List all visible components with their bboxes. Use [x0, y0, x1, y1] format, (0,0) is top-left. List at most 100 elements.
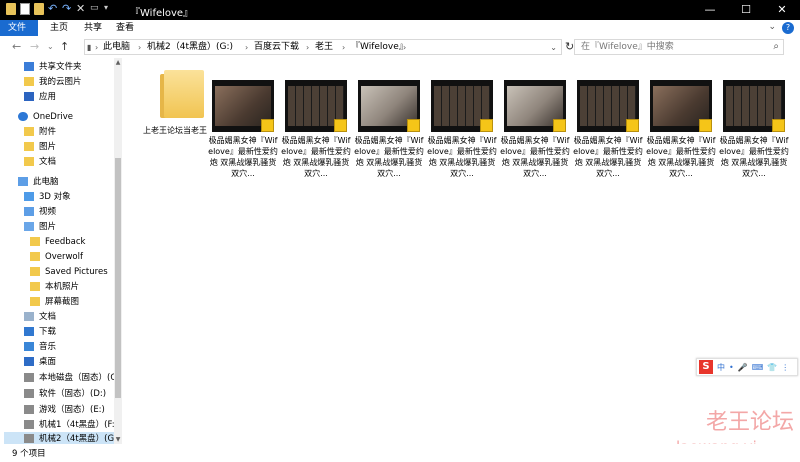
- up-arrow-icon[interactable]: ↑: [60, 40, 69, 53]
- item-count: 9 个项目: [12, 449, 46, 459]
- player-badge-icon: [407, 119, 420, 132]
- sidebar-scrollbar[interactable]: ▲ ▼: [114, 58, 122, 444]
- scrollbar-thumb[interactable]: [115, 158, 121, 398]
- minimize-button[interactable]: —: [692, 0, 728, 20]
- watermark-cn: 老王论坛: [705, 410, 794, 435]
- sidebar-item-onedrive-pictures[interactable]: 图片: [24, 140, 56, 154]
- undo-icon[interactable]: ↶: [48, 3, 58, 15]
- sidebar-item-drive-c[interactable]: 本地磁盘（固态）(C:): [24, 371, 122, 385]
- sidebar-item-attachments[interactable]: 附件: [24, 125, 56, 139]
- tab-view[interactable]: 查看: [108, 20, 142, 36]
- player-badge-icon: [553, 119, 566, 132]
- folder-icon: [24, 127, 34, 136]
- tab-file[interactable]: 文件: [0, 20, 38, 36]
- breadcrumb-laowang[interactable]: 老王: [315, 41, 333, 54]
- chevron-right-icon[interactable]: ›: [245, 41, 248, 54]
- sidebar-item-pictures[interactable]: 图片: [24, 220, 56, 234]
- chevron-right-icon[interactable]: ›: [138, 41, 141, 54]
- breadcrumb-this-pc[interactable]: 此电脑: [103, 41, 130, 54]
- properties-icon[interactable]: [20, 3, 30, 15]
- sidebar-item-desktop[interactable]: 桌面: [24, 355, 56, 369]
- chevron-right-icon[interactable]: ›: [403, 41, 406, 54]
- forward-arrow-icon[interactable]: →: [30, 40, 39, 53]
- drive-icon: [24, 405, 34, 414]
- ime-punctuation-icon[interactable]: •: [729, 363, 734, 372]
- sidebar-item-apps[interactable]: 应用: [24, 90, 56, 104]
- search-icon[interactable]: ⌕: [773, 41, 779, 52]
- tab-home[interactable]: 主页: [42, 20, 76, 36]
- ime-more-icon[interactable]: ⋮: [781, 363, 789, 372]
- folder-icon: [24, 77, 34, 86]
- redo-icon[interactable]: ↷: [62, 3, 72, 15]
- sidebar-item-videos[interactable]: 视频: [24, 205, 56, 219]
- sidebar-item-drive-f[interactable]: 机械1（4t黑盘）(F:): [24, 418, 118, 432]
- delete-icon[interactable]: ✕: [76, 3, 86, 15]
- sidebar-item-label: 本地磁盘（固态）(C:): [39, 373, 123, 383]
- sidebar-item-drive-d[interactable]: 软件（固态）(D:): [24, 387, 106, 401]
- player-badge-icon: [334, 119, 347, 132]
- sidebar-item-label: 共享文件夹: [39, 62, 82, 72]
- navigation-pane: 共享文件夹 我的云图片 应用 OneDrive 附件 图片 文档 此电脑 3D …: [0, 58, 122, 446]
- scroll-up-icon[interactable]: ▲: [114, 59, 122, 66]
- sidebar-item-screenshots[interactable]: 屏幕截图: [30, 295, 79, 309]
- sidebar-item-onedrive[interactable]: OneDrive: [18, 110, 73, 124]
- recent-locations-icon[interactable]: ⌄: [47, 42, 54, 51]
- help-icon[interactable]: ?: [782, 22, 794, 34]
- sidebar-item-downloads[interactable]: 下载: [24, 325, 56, 339]
- player-badge-icon: [480, 119, 493, 132]
- folder-icon: [30, 297, 40, 306]
- sogou-logo-icon[interactable]: S: [699, 360, 713, 374]
- sidebar-item-onedrive-documents[interactable]: 文档: [24, 155, 56, 169]
- maximize-button[interactable]: ☐: [728, 0, 764, 20]
- ime-keyboard-icon[interactable]: ⌨: [752, 363, 764, 372]
- ime-skin-icon[interactable]: 👕: [767, 363, 777, 372]
- scroll-down-icon[interactable]: ▼: [114, 436, 122, 443]
- file-view: 上老王论坛当老王 极品媚黑女神『Wifelove』最新性爱约炮 双黑战爆乳骚货 …: [122, 58, 800, 444]
- sidebar-item-music[interactable]: 音乐: [24, 340, 56, 354]
- ime-chinese-mode[interactable]: 中: [717, 362, 725, 373]
- pc-icon: [18, 177, 28, 186]
- sidebar-item-cloud-pictures[interactable]: 我的云图片: [24, 75, 82, 89]
- breadcrumb-baidu-download[interactable]: 百度云下载: [254, 41, 299, 54]
- ime-toolbar[interactable]: S 中 • 🎤 ⌨ 👕 ⋮: [696, 358, 798, 376]
- breadcrumb-wifelove[interactable]: 『Wifelove』: [351, 41, 408, 54]
- sidebar-item-saved-pictures[interactable]: Saved Pictures: [30, 265, 108, 279]
- ime-voice-icon[interactable]: 🎤: [738, 363, 748, 372]
- sidebar-item-label: 屏幕截图: [45, 297, 80, 307]
- videos-icon: [24, 207, 34, 216]
- chevron-right-icon: ›: [95, 43, 99, 52]
- video-thumbnail: [650, 80, 712, 132]
- back-arrow-icon[interactable]: ←: [12, 40, 21, 53]
- rename-icon[interactable]: ▭: [90, 3, 100, 15]
- address-bar[interactable]: ▮ › 此电脑 › 机械2（4t黑盘）(G:) › 百度云下载 › 老王 › 『…: [84, 39, 562, 55]
- chevron-right-icon[interactable]: ›: [306, 41, 309, 54]
- player-badge-icon: [626, 119, 639, 132]
- navigation-bar: ← → ⌄ ↑ ▮ › 此电脑 › 机械2（4t黑盘）(G:) › 百度云下载 …: [0, 36, 800, 58]
- drive-icon: [24, 420, 34, 429]
- refresh-icon[interactable]: ↻: [565, 40, 574, 53]
- chevron-right-icon[interactable]: ›: [342, 41, 345, 54]
- new-folder-icon[interactable]: [34, 3, 44, 15]
- sidebar-item-documents[interactable]: 文档: [24, 310, 56, 324]
- folder-icon: [30, 267, 40, 276]
- chevron-down-icon[interactable]: ⌄: [768, 22, 776, 32]
- chevron-down-icon[interactable]: ⌄: [550, 41, 557, 54]
- sidebar-item-label: 3D 对象: [39, 192, 71, 202]
- sidebar-item-drive-e[interactable]: 游戏（固态）(E:): [24, 403, 105, 417]
- tab-share[interactable]: 共享: [76, 20, 110, 36]
- folder-location-icon: ▮: [87, 43, 92, 52]
- file-name: 极品媚黑女神『Wifelove』最新性爱约炮 双黑战爆乳骚货 双穴...: [354, 136, 424, 178]
- sidebar-item-shared-folder[interactable]: 共享文件夹: [24, 60, 82, 74]
- sidebar-item-feedback[interactable]: Feedback: [30, 235, 85, 249]
- sidebar-item-3d-objects[interactable]: 3D 对象: [24, 190, 71, 204]
- breadcrumb-drive-g[interactable]: 机械2（4t黑盘）(G:): [147, 41, 233, 54]
- sidebar-item-camera-roll[interactable]: 本机照片: [30, 280, 79, 294]
- video-thumbnail: [504, 80, 566, 132]
- sidebar-item-this-pc[interactable]: 此电脑: [18, 175, 59, 189]
- search-input[interactable]: 在『Wifelove』中搜索 ⌕: [574, 39, 784, 55]
- folder-icon: [24, 157, 34, 166]
- sidebar-item-label: 机械2（4t黑盘）(G:): [39, 434, 121, 444]
- chevron-down-icon[interactable]: ▾: [104, 3, 114, 15]
- close-button[interactable]: ✕: [764, 0, 800, 20]
- sidebar-item-overwolf[interactable]: Overwolf: [30, 250, 83, 264]
